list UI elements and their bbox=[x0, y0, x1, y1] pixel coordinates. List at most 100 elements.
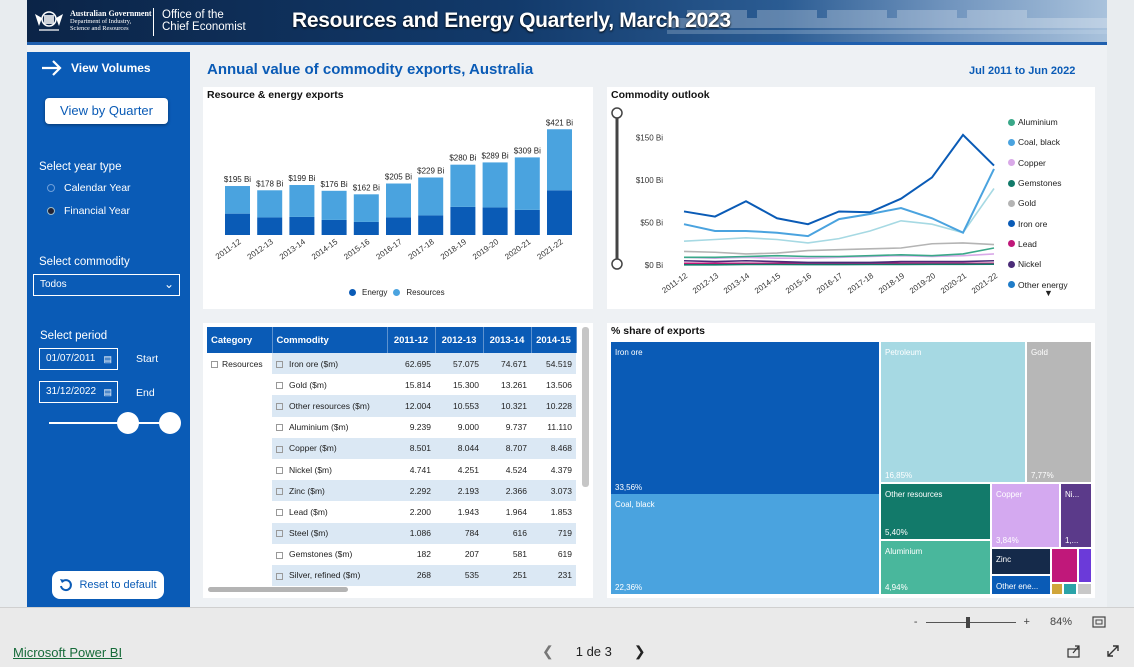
line-series-iron-ore[interactable] bbox=[683, 133, 995, 226]
legend-item[interactable]: Coal, black bbox=[1008, 132, 1068, 152]
table-row[interactable]: Gemstones ($m) 182 207 581 619 bbox=[207, 544, 576, 565]
zoom-plus-button[interactable]: + bbox=[1024, 616, 1030, 628]
legend-item[interactable]: Gold bbox=[1008, 193, 1068, 213]
period-slider-end-handle[interactable] bbox=[159, 412, 181, 434]
treemap-card[interactable]: % share of exports Iron ore 33,56% Coal, b… bbox=[607, 323, 1095, 598]
treemap-small-tile[interactable] bbox=[1064, 584, 1076, 594]
table-row[interactable]: Gold ($m) 15.814 15.300 13.261 13.506 bbox=[207, 374, 576, 395]
table-row[interactable]: Copper ($m) 8.501 8.044 8.707 8.468 bbox=[207, 437, 576, 459]
table-header-cell[interactable]: Commodity bbox=[272, 327, 388, 353]
treemap-tile-copper[interactable]: Copper 3,84% bbox=[992, 484, 1059, 547]
table-header-cell[interactable]: 2011-12 bbox=[387, 327, 436, 353]
treemap-tile-petroleum[interactable]: Petroleum 16,85% bbox=[881, 342, 1025, 482]
zoom-slider-thumb[interactable] bbox=[965, 616, 970, 628]
bar-chart-card[interactable]: Resource & energy exports $195 Bi 2011-12… bbox=[203, 87, 593, 309]
bar-resources-2014-15[interactable] bbox=[321, 190, 347, 220]
bar-resources-2021-22[interactable] bbox=[547, 129, 572, 191]
table-row[interactable]: Steel ($m) 1.086 784 616 719 bbox=[207, 522, 576, 544]
bar-resources-2013-14[interactable] bbox=[289, 185, 315, 217]
y-range-top-handle[interactable] bbox=[611, 107, 623, 119]
table-row[interactable]: Zinc ($m) 2.292 2.193 2.366 3.073 bbox=[207, 480, 576, 502]
table-row[interactable]: Nickel ($m) 4.741 4.251 4.524 4.379 bbox=[207, 459, 576, 480]
line-series-coal-black[interactable] bbox=[683, 168, 995, 238]
period-slider-track[interactable] bbox=[49, 422, 169, 424]
bar-energy-2016-17[interactable] bbox=[386, 217, 411, 235]
line-chart-card[interactable]: Commodity outlook $150 Bi $100 Bi $50 Bi $0… bbox=[607, 87, 1095, 309]
bar-energy-2019-20[interactable] bbox=[482, 207, 508, 235]
fit-to-page-icon[interactable] bbox=[1092, 616, 1106, 628]
legend-item[interactable]: Lead bbox=[1008, 234, 1068, 254]
bar-resources-2020-21[interactable] bbox=[514, 157, 540, 210]
radio-calendar-year[interactable]: Calendar Year bbox=[47, 182, 131, 194]
bar-energy-2015-16[interactable] bbox=[353, 221, 379, 235]
table-row[interactable]: Aluminium ($m) 9.239 9.000 9.737 11.110 bbox=[207, 417, 576, 438]
table-header-cell[interactable]: Category bbox=[207, 327, 273, 353]
bar-energy-2013-14[interactable] bbox=[289, 216, 315, 235]
line-series-nickel[interactable] bbox=[683, 259, 995, 264]
bar-resources-2017-18[interactable] bbox=[418, 177, 444, 216]
expand-icon[interactable] bbox=[276, 572, 283, 580]
treemap-tile-gold[interactable]: Gold 7,77% bbox=[1027, 342, 1091, 482]
bar-energy-2020-21[interactable] bbox=[514, 209, 540, 235]
expand-icon[interactable] bbox=[276, 424, 283, 432]
treemap-tile-coal-black[interactable]: Coal, black 22,36% bbox=[611, 494, 879, 594]
end-date-input[interactable]: 31/12/2022 ▤ bbox=[39, 381, 118, 403]
line-series-other-energy[interactable] bbox=[683, 188, 995, 244]
share-icon[interactable] bbox=[1067, 644, 1081, 658]
legend-item[interactable]: Aluminium bbox=[1008, 112, 1068, 132]
treemap-tile-other-resources[interactable]: Other resources 5,40% bbox=[881, 484, 990, 539]
reset-to-default-button[interactable]: Reset to default bbox=[52, 571, 164, 599]
legend-item[interactable]: Gemstones bbox=[1008, 173, 1068, 193]
view-volumes-button[interactable]: View Volumes bbox=[41, 60, 151, 76]
commodity-dropdown[interactable]: Todos ⌄ bbox=[33, 274, 180, 296]
treemap-small-tile[interactable] bbox=[1052, 584, 1062, 594]
calendar-icon[interactable]: ▤ bbox=[103, 382, 112, 402]
expand-icon[interactable] bbox=[276, 509, 283, 517]
treemap-small-tile[interactable] bbox=[1079, 549, 1091, 582]
table-row[interactable]: Lead ($m) 2.200 1.943 1.964 1.853 bbox=[207, 501, 576, 522]
expand-icon[interactable] bbox=[276, 382, 283, 390]
radio-financial-year[interactable]: Financial Year bbox=[47, 205, 130, 217]
bar-resources-2012-13[interactable] bbox=[257, 190, 283, 218]
table-header-cell[interactable]: 2012-13 bbox=[435, 327, 484, 353]
next-page-icon[interactable]: ❯ bbox=[634, 643, 646, 660]
bar-resources-2011-12[interactable] bbox=[225, 186, 250, 214]
table-row[interactable]: Silver, refined ($m) 268 535 251 231 bbox=[207, 564, 576, 587]
data-table-card[interactable]: Category Commodity 2011-12 2012-13 2013-14 20… bbox=[203, 323, 593, 598]
expand-icon[interactable] bbox=[276, 360, 283, 368]
treemap-tile-other-ene[interactable]: Other ene... bbox=[992, 576, 1050, 594]
previous-page-icon[interactable]: ❮ bbox=[542, 643, 554, 660]
legend-item[interactable]: Iron ore bbox=[1008, 213, 1068, 233]
expand-icon[interactable] bbox=[276, 487, 283, 495]
start-date-input[interactable]: 01/07/2011 ▤ bbox=[39, 348, 118, 370]
bar-energy-2012-13[interactable] bbox=[257, 217, 283, 235]
calendar-icon[interactable]: ▤ bbox=[103, 349, 112, 369]
horizontal-scrollbar[interactable] bbox=[208, 587, 348, 592]
bar-energy-2018-19[interactable] bbox=[450, 206, 476, 235]
expand-icon[interactable] bbox=[276, 466, 283, 474]
line-series-gold[interactable] bbox=[683, 242, 995, 255]
bar-resources-2016-17[interactable] bbox=[386, 183, 411, 218]
expand-icon[interactable] bbox=[211, 360, 218, 368]
bar-energy-2011-12[interactable] bbox=[225, 213, 250, 235]
expand-icon[interactable] bbox=[276, 445, 283, 453]
expand-icon[interactable] bbox=[276, 530, 283, 538]
treemap-small-tile[interactable] bbox=[1052, 549, 1077, 582]
y-range-bottom-handle[interactable] bbox=[611, 258, 623, 270]
fullscreen-icon[interactable] bbox=[1106, 644, 1120, 658]
table-header-cell[interactable]: 2014-15 bbox=[531, 327, 577, 353]
table-header-cell[interactable]: 2013-14 bbox=[483, 327, 532, 353]
bar-resources-2015-16[interactable] bbox=[353, 194, 379, 222]
expand-icon[interactable] bbox=[276, 403, 283, 411]
bar-energy-2014-15[interactable] bbox=[321, 219, 347, 235]
treemap-tile-ni[interactable]: Ni... 1,... bbox=[1061, 484, 1091, 547]
zoom-minus-button[interactable]: - bbox=[914, 616, 918, 628]
line-series-gemstones[interactable] bbox=[684, 263, 995, 266]
treemap-tile-aluminium[interactable]: Aluminium 4,94% bbox=[881, 541, 990, 594]
legend-item[interactable]: Copper bbox=[1008, 153, 1068, 173]
period-slider-start-handle[interactable] bbox=[117, 412, 139, 434]
expand-icon[interactable] bbox=[276, 551, 283, 559]
legend-more-icon[interactable]: ▼ bbox=[1044, 288, 1053, 298]
legend-item[interactable]: Other energy bbox=[1008, 274, 1068, 294]
vertical-scrollbar[interactable] bbox=[582, 327, 589, 487]
